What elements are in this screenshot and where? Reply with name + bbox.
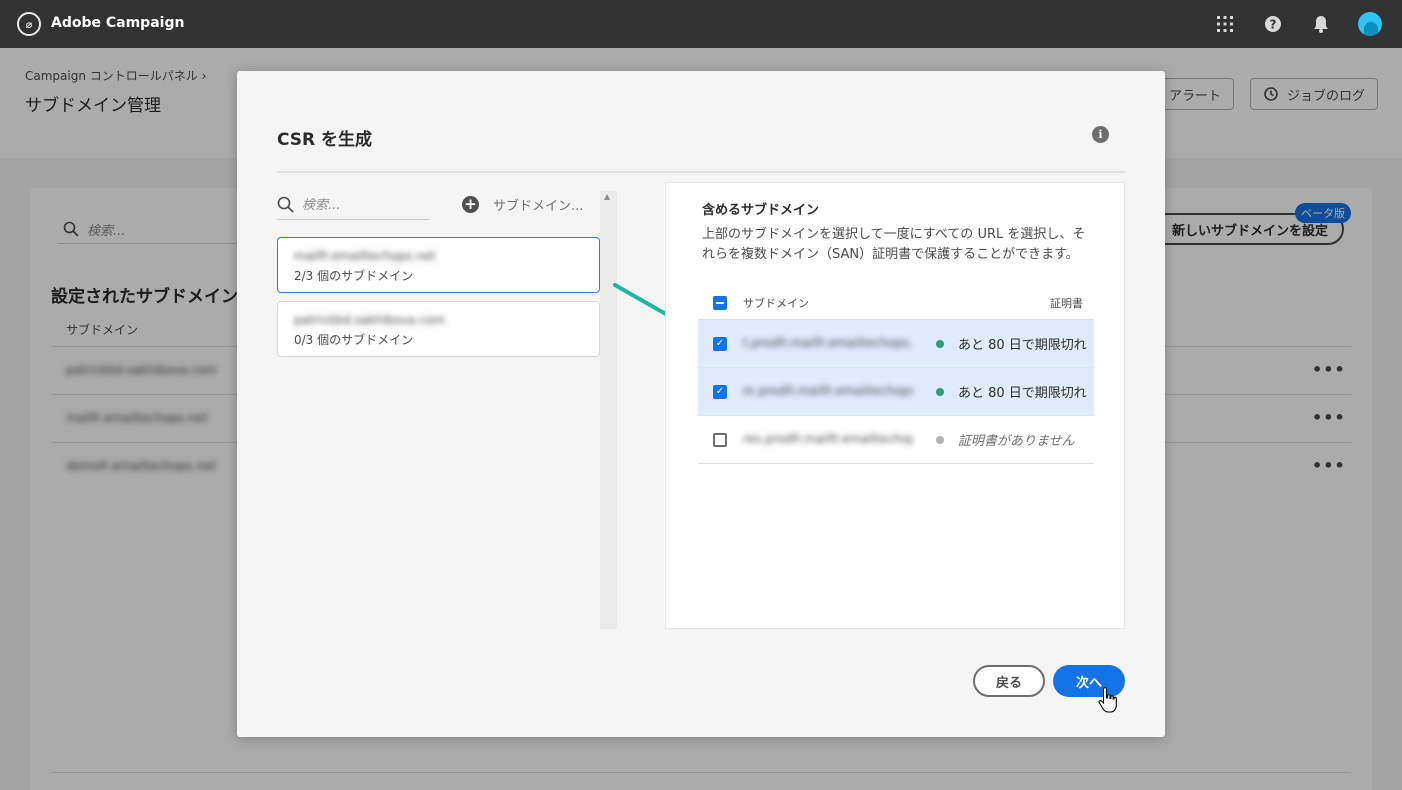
row-checkbox[interactable] bbox=[713, 433, 727, 447]
panel-description: 上部のサブドメインを選択して一度にすべての URL を選択し、それらを複数ドメイ… bbox=[702, 227, 1086, 262]
domain-search-input[interactable]: 検索... bbox=[302, 194, 340, 213]
subdomain-name: m.prodfr.mailfr.emailtechops.net bbox=[743, 384, 913, 398]
generate-csr-dialog: CSR を生成 i 検索... + サブドメイン... ▲ mailfr.ema… bbox=[237, 71, 1165, 737]
column-header-certificate: 証明書 bbox=[1050, 297, 1083, 310]
panel-title: 含めるサブドメイン bbox=[702, 203, 820, 218]
subdomain-row[interactable]: ✓ t.prodfr.mailfr.emailtechops.net あと 80… bbox=[698, 320, 1094, 368]
subdomain-row[interactable]: res.prodfr.mailfr.emailtechops.net 証明書があ… bbox=[698, 416, 1094, 464]
domain-count: 0/3 個のサブドメイン bbox=[294, 333, 414, 347]
status-ok-icon bbox=[936, 340, 944, 348]
app-title[interactable]: Adobe Campaign bbox=[51, 15, 184, 31]
status-none-icon bbox=[936, 436, 944, 444]
certificate-status: あと 80 日で期限切れ bbox=[958, 386, 1087, 401]
certificate-status: あと 80 日で期限切れ bbox=[958, 338, 1087, 353]
apps-icon[interactable] bbox=[1215, 14, 1235, 34]
domain-count: 2/3 個のサブドメイン bbox=[294, 269, 414, 283]
top-bar: ⌀ Adobe Campaign ? bbox=[0, 0, 1402, 48]
add-icon[interactable]: + bbox=[462, 196, 479, 213]
dialog-divider bbox=[277, 171, 1125, 173]
subdomains-panel: 含めるサブドメイン 上部のサブドメインを選択して一度にすべての URL を選択し… bbox=[665, 182, 1125, 629]
column-header-subdomain: サブドメイン bbox=[743, 297, 809, 310]
adobe-campaign-logo-icon[interactable]: ⌀ bbox=[17, 12, 41, 36]
domain-name: mailfr.emailtechops.net bbox=[294, 249, 436, 263]
avatar[interactable] bbox=[1358, 12, 1382, 36]
list-scrollbar[interactable] bbox=[600, 191, 617, 629]
search-icon bbox=[277, 196, 294, 213]
hand-cursor-icon bbox=[1098, 686, 1117, 713]
help-icon[interactable]: ? bbox=[1263, 14, 1283, 34]
subdomain-row[interactable]: ✓ m.prodfr.mailfr.emailtechops.net あと 80… bbox=[698, 368, 1094, 416]
info-icon[interactable]: i bbox=[1092, 126, 1109, 143]
search-underline bbox=[277, 219, 430, 220]
subdomain-name: res.prodfr.mailfr.emailtechops.net bbox=[743, 432, 913, 446]
dialog-title: CSR を生成 bbox=[277, 130, 373, 150]
svg-text:?: ? bbox=[1270, 18, 1277, 32]
scroll-up-icon[interactable]: ▲ bbox=[604, 192, 610, 201]
status-ok-icon bbox=[936, 388, 944, 396]
row-checkbox[interactable]: ✓ bbox=[713, 385, 727, 399]
bell-icon[interactable] bbox=[1311, 14, 1331, 34]
back-button[interactable]: 戻る bbox=[973, 665, 1045, 697]
domain-item[interactable]: mailfr.emailtechops.net 2/3 個のサブドメイン bbox=[277, 237, 600, 293]
row-checkbox[interactable]: ✓ bbox=[713, 337, 727, 351]
domain-item[interactable]: patrickbd.sakhibova.com 0/3 個のサブドメイン bbox=[277, 301, 600, 357]
add-subdomain-button[interactable]: サブドメイン... bbox=[493, 195, 583, 214]
certificate-status: 証明書がありません bbox=[958, 434, 1075, 449]
select-all-checkbox[interactable] bbox=[713, 296, 727, 310]
domain-name: patrickbd.sakhibova.com bbox=[294, 313, 445, 327]
subdomain-name: t.prodfr.mailfr.emailtechops.net bbox=[743, 336, 913, 350]
